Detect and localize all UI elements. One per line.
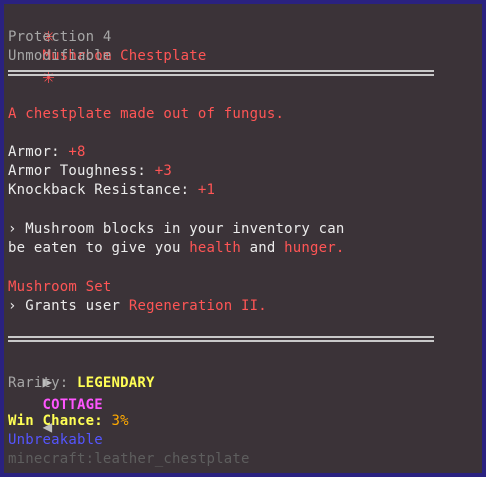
item-id: minecraft:leather_chestplate <box>8 451 250 467</box>
item-description: A chestplate made out of fungus. <box>8 106 285 122</box>
divider-bottom <box>8 336 434 342</box>
win-chance-line: Win Chance: 3% <box>8 413 129 429</box>
unbreakable-line: Unbreakable <box>8 432 103 448</box>
stat-value: +3 <box>154 163 172 179</box>
enchantment-line: Protection 4 <box>8 29 112 45</box>
star-icon: ✳ <box>42 64 55 88</box>
stat-value: +8 <box>68 144 86 160</box>
health-keyword: health <box>189 240 241 256</box>
stat-knockback-resistance: Knockback Resistance: +1 <box>8 181 215 200</box>
ability-line-2: be eaten to give you health and hunger. <box>8 240 345 256</box>
stat-armor: Armor: +8 <box>8 143 86 162</box>
hunger-keyword: hunger <box>284 240 336 256</box>
rarity-value: LEGENDARY <box>77 375 155 391</box>
rarity-line: Rarity: LEGENDARY <box>8 375 155 391</box>
win-chance-value: 3% <box>111 413 129 429</box>
stat-label: Knockback Resistance: <box>8 182 198 198</box>
set-name: Mushroom Set <box>8 279 112 295</box>
stat-armor-toughness: Armor Toughness: +3 <box>8 162 172 181</box>
set-bonus-line: › Grants user Regeneration II. <box>8 298 267 314</box>
ability-line-1: › Mushroom blocks in your inventory can <box>8 221 345 237</box>
set-bonus-effect: Regeneration II <box>128 298 259 314</box>
item-title: ✳ Mushroom Chestplate ✳ <box>8 6 207 86</box>
divider-top <box>8 70 434 76</box>
stat-label: Armor Toughness: <box>8 163 155 179</box>
stat-value: +1 <box>197 182 216 198</box>
item-tooltip: ✳ Mushroom Chestplate ✳ Protection 4 Unm… <box>0 0 486 477</box>
modifiable-line: Unmodifiable <box>8 48 112 64</box>
collection-line: ▶ COTTAGE ◀ <box>8 349 103 436</box>
collection-name: COTTAGE <box>42 397 103 413</box>
stat-label: Armor: <box>8 144 69 160</box>
